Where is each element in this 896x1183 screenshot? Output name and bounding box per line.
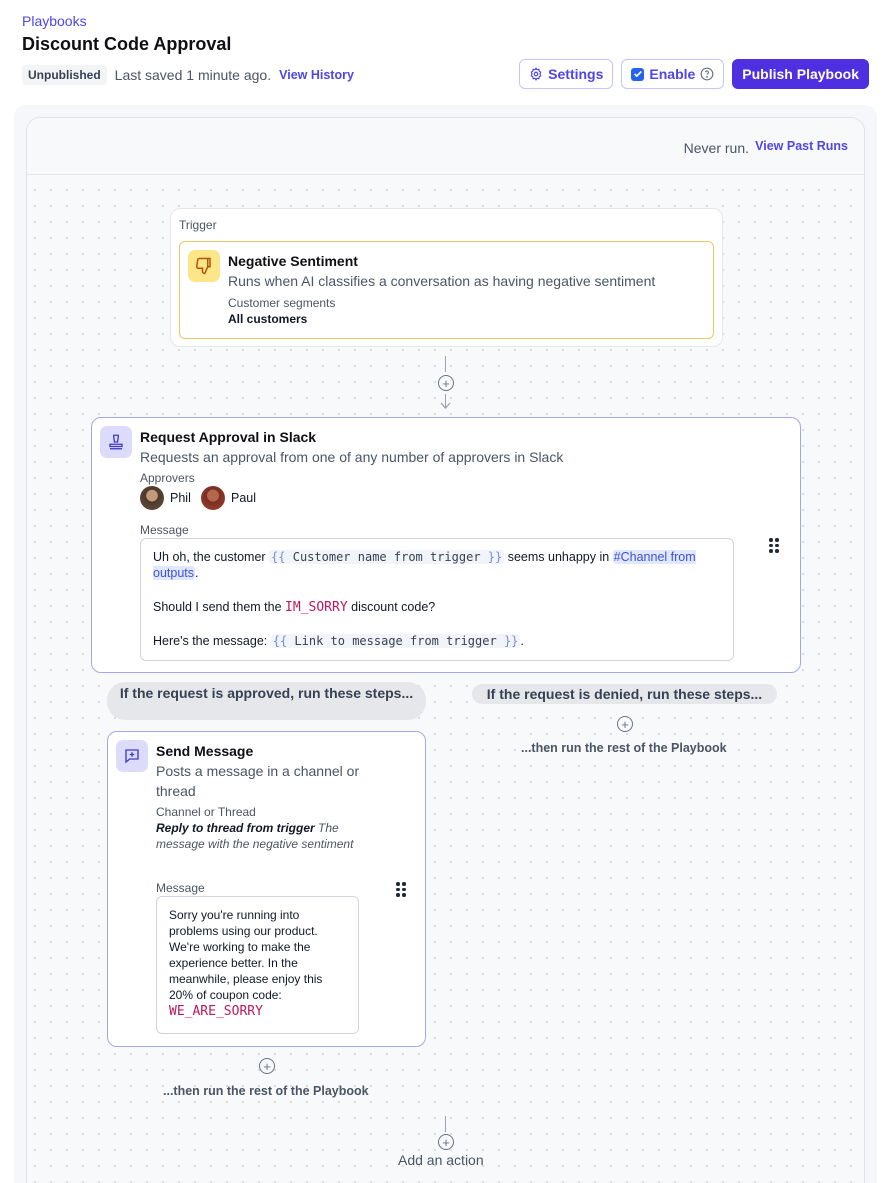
page-title: Discount Code Approval	[22, 34, 232, 54]
message-text: .	[195, 566, 199, 580]
denied-branch-label: If the request is denied, run these step…	[472, 684, 777, 704]
drag-handle-icon[interactable]	[769, 538, 779, 553]
add-step-icon[interactable]: +	[617, 716, 633, 732]
message-line: Should I send them the IM_SORRY discount…	[153, 599, 721, 616]
connector-line	[445, 1116, 446, 1132]
breadcrumb[interactable]: Playbooks	[22, 13, 87, 29]
check-icon	[633, 70, 642, 78]
customer-name-variable: {{ Customer name from trigger }}	[269, 550, 505, 564]
approver-name: Phil	[170, 491, 191, 505]
send-message-node[interactable]: Send Message Posts a message in a channe…	[107, 731, 426, 1047]
send-message-text: Sorry you're running into problems using…	[169, 908, 323, 1002]
message-line: Here's the message: {{ Link to message f…	[153, 633, 721, 649]
message-line: Uh oh, the customer {{ Customer name fro…	[153, 549, 723, 581]
send-message-label: Message	[156, 881, 205, 895]
trigger-card[interactable]: Negative Sentiment Runs when AI classifi…	[179, 241, 714, 339]
approved-rest-note: ...then run the rest of the Playbook	[163, 1084, 369, 1098]
add-step-icon[interactable]: +	[438, 375, 454, 391]
channel-value-main: Reply to thread from trigger	[156, 821, 315, 835]
approvers-label: Approvers	[140, 471, 195, 485]
run-status: Never run.	[683, 140, 749, 156]
header-actions: Settings Enable Publish Playbook	[519, 59, 869, 89]
gear-icon	[530, 67, 542, 81]
avatar	[140, 486, 164, 510]
send-message-editor[interactable]: Sorry you're running into problems using…	[156, 896, 359, 1034]
approver-chip[interactable]: Phil	[140, 486, 191, 510]
message-plus-icon	[116, 740, 148, 772]
message-text: Should I send them the	[153, 600, 286, 614]
enable-label: Enable	[649, 66, 696, 82]
message-link-variable: {{ Link to message from trigger }}	[270, 634, 521, 648]
customer-segments-value: All customers	[228, 312, 308, 326]
channel-label: Channel or Thread	[156, 805, 256, 819]
message-text: Here's the message:	[153, 634, 271, 648]
customer-segments-label: Customer segments	[228, 296, 336, 310]
add-action-button[interactable]: Add an action	[398, 1152, 484, 1168]
canvas-toolbar: Never run. View Past Runs	[27, 118, 864, 175]
add-step-icon[interactable]: +	[259, 1058, 275, 1074]
approval-title: Request Approval in Slack	[140, 429, 317, 445]
thumbs-down-icon	[188, 250, 220, 282]
approval-message-editor[interactable]: Uh oh, the customer {{ Customer name fro…	[140, 538, 734, 661]
channel-value: Reply to thread from trigger The message…	[156, 820, 366, 852]
arrow-down-icon	[440, 402, 451, 409]
enable-toggle[interactable]: Enable	[621, 59, 725, 89]
view-history-link[interactable]: View History	[279, 68, 354, 82]
last-saved-text: Last saved 1 minute ago.	[114, 67, 272, 83]
coupon-code: WE_ARE_SORRY	[169, 1004, 263, 1019]
discount-code: IM_SORRY	[285, 600, 348, 615]
status-badge: Unpublished	[22, 65, 107, 85]
playbook-canvas: Never run. View Past Runs Trigger Negati…	[26, 117, 865, 1183]
avatar	[201, 486, 225, 510]
approval-description: Requests an approval from one of any num…	[140, 449, 564, 465]
drag-handle-icon[interactable]	[396, 882, 406, 897]
request-approval-node[interactable]: Request Approval in Slack Requests an ap…	[91, 417, 801, 673]
publish-button[interactable]: Publish Playbook	[732, 59, 869, 89]
stamp-icon	[100, 426, 132, 458]
approved-branch-label: If the request is approved, run these st…	[107, 682, 426, 720]
trigger-title: Negative Sentiment	[228, 253, 358, 269]
help-icon[interactable]	[700, 67, 714, 81]
connector-line	[445, 356, 446, 372]
denied-rest-note: ...then run the rest of the Playbook	[521, 741, 727, 755]
trigger-description: Runs when AI classifies a conversation a…	[228, 273, 656, 289]
settings-label: Settings	[548, 66, 604, 82]
message-text: Uh oh, the customer	[153, 550, 270, 564]
status-row: Unpublished Last saved 1 minute ago. Vie…	[22, 65, 354, 85]
message-text: discount code?	[347, 600, 436, 614]
approver-chip[interactable]: Paul	[201, 486, 256, 510]
view-past-runs-link[interactable]: View Past Runs	[755, 139, 848, 153]
send-message-title: Send Message	[156, 743, 254, 759]
message-text: .	[520, 634, 524, 648]
trigger-section-label: Trigger	[179, 218, 217, 232]
add-action-icon[interactable]: +	[438, 1134, 454, 1150]
message-text: seems unhappy in	[504, 550, 613, 564]
message-label: Message	[140, 523, 189, 537]
send-message-description: Posts a message in a channel or thread	[156, 763, 360, 799]
settings-button[interactable]: Settings	[519, 59, 614, 89]
approver-name: Paul	[231, 491, 257, 505]
enable-checkbox[interactable]	[631, 67, 645, 81]
trigger-node: Trigger Negative Sentiment Runs when AI …	[170, 208, 723, 347]
